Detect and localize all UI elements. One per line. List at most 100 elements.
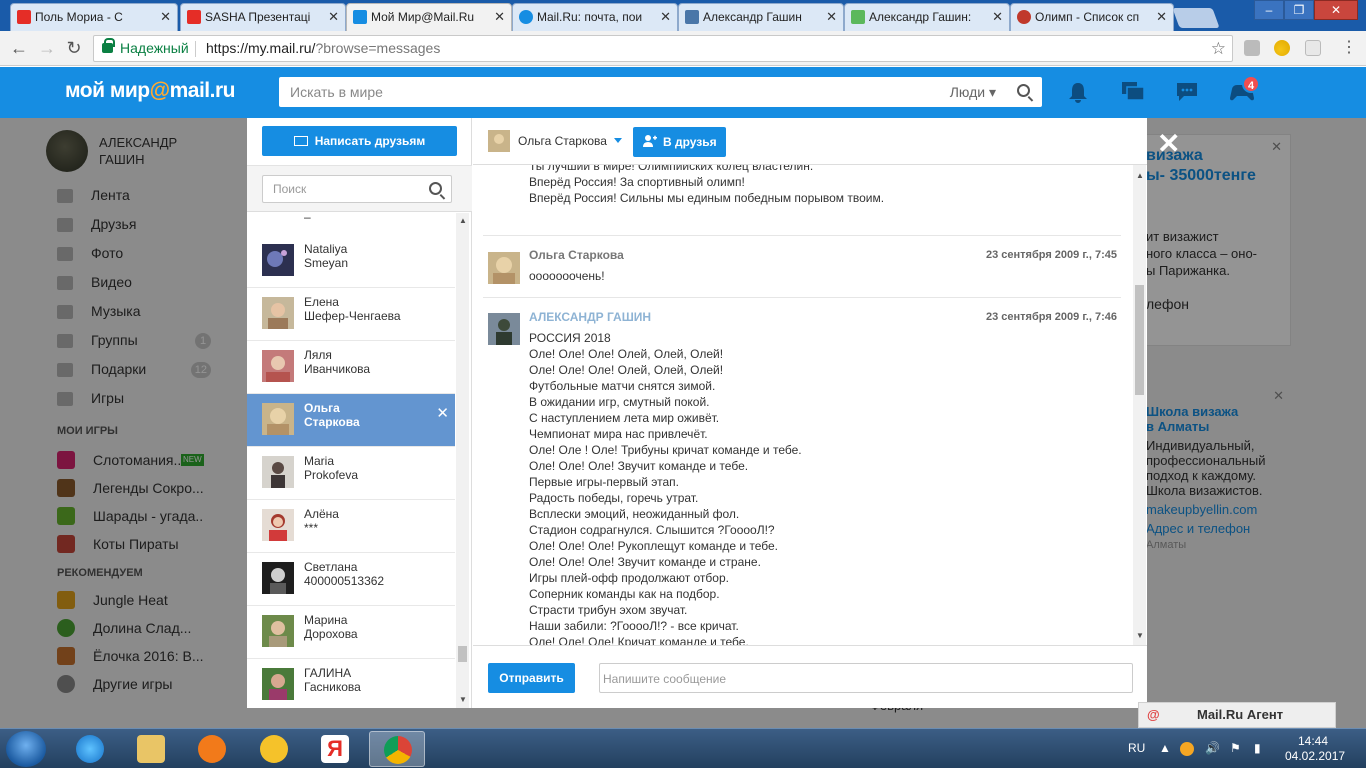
search-icon[interactable]: [1017, 84, 1030, 97]
tray-app-icon[interactable]: [1180, 742, 1194, 756]
volume-icon[interactable]: 🔊: [1205, 741, 1220, 755]
close-dialog-icon[interactable]: ✕: [1157, 130, 1180, 158]
browser-tab[interactable]: SASHA Презентаці ✕: [180, 3, 346, 31]
scroll-up-icon[interactable]: ▲: [459, 216, 467, 225]
chat-icon[interactable]: [1175, 81, 1199, 103]
contact-item[interactable]: Алёна ***: [247, 500, 455, 553]
network-icon[interactable]: ▮: [1254, 741, 1261, 755]
contact-item[interactable]: Елена Шефер-Ченгаева: [247, 288, 455, 341]
new-tab-button[interactable]: [1172, 8, 1220, 28]
message-line: Оле! Оле! Оле! Олей, Олей, Олей!: [529, 347, 724, 361]
extension-icon[interactable]: [1244, 40, 1260, 56]
tray-expand-icon[interactable]: ▲: [1159, 741, 1171, 755]
youtube-icon: [17, 10, 31, 24]
minimize-button[interactable]: –: [1254, 0, 1284, 20]
back-icon[interactable]: ←: [8, 37, 30, 59]
contact-item[interactable]: Nataliya Smeyan: [247, 235, 455, 288]
browser-tabstrip: Поль Мориа - С ✕ SASHA Презентаці ✕ Мой …: [0, 0, 1366, 31]
taskbar-chrome[interactable]: [369, 731, 425, 767]
messages-icon[interactable]: [1121, 81, 1145, 103]
search-scope-dropdown[interactable]: Люди ▾: [950, 84, 996, 101]
close-tab-icon[interactable]: ✕: [160, 4, 171, 30]
close-tab-icon[interactable]: ✕: [992, 4, 1003, 30]
message-input[interactable]: Напишите сообщение: [599, 663, 1133, 693]
message-line: В ожидании игр, смутный покой.: [529, 395, 710, 409]
taskbar-media[interactable]: [184, 731, 240, 767]
lock-icon: [102, 38, 115, 53]
scroll-down-icon[interactable]: ▼: [1136, 631, 1144, 640]
language-indicator[interactable]: RU: [1128, 741, 1145, 755]
browser-tab[interactable]: Поль Мориа - С ✕: [10, 3, 178, 31]
close-tab-icon[interactable]: ✕: [1156, 4, 1167, 30]
mymir-logo[interactable]: мой мир@mail.ru: [65, 79, 235, 103]
search-extension-icon[interactable]: [1305, 40, 1321, 56]
scroll-thumb[interactable]: [458, 646, 467, 662]
reload-icon[interactable]: ↻: [63, 37, 85, 59]
close-tab-icon[interactable]: ✕: [494, 4, 505, 30]
taskbar-agent[interactable]: [246, 731, 302, 767]
contacts-scrollbar[interactable]: ▲ ▼: [456, 213, 469, 708]
message-line: Игры плей-офф продолжают отбор.: [529, 571, 729, 585]
avatar: [262, 297, 294, 329]
start-button[interactable]: [6, 731, 46, 767]
scroll-thumb[interactable]: [1135, 285, 1144, 395]
browser-tab[interactable]: Александр Гашин ✕: [678, 3, 844, 31]
avatar[interactable]: [488, 130, 510, 152]
address-bar[interactable]: Надежный https://my.mail.ru/?browse=mess…: [93, 35, 1233, 62]
contacts-panel: Написать друзьям Поиск – Nataliya Smeyan …: [247, 118, 472, 708]
message-sender[interactable]: Ольга Старкова: [529, 248, 624, 262]
conversation-name[interactable]: Ольга Старкова: [518, 134, 607, 148]
browser-tab[interactable]: Mail.Ru: почта, пои ✕: [512, 3, 678, 31]
bell-icon[interactable]: [1066, 81, 1090, 103]
send-button[interactable]: Отправить: [488, 663, 575, 693]
browser-tab[interactable]: Олимп - Список сп ✕: [1010, 3, 1174, 31]
avatar[interactable]: [488, 252, 520, 284]
site-search-input[interactable]: Искать в мире Люди ▾: [279, 77, 1042, 107]
messages-scrollbar[interactable]: ▲ ▼: [1133, 165, 1146, 645]
close-tab-icon[interactable]: ✕: [660, 4, 671, 30]
close-tab-icon[interactable]: ✕: [826, 4, 837, 30]
ie-icon: [76, 735, 104, 763]
message-line: Страсти трибун эхом звучат.: [529, 603, 688, 617]
forward-icon[interactable]: →: [36, 37, 58, 59]
system-clock[interactable]: 14:44 04.02.2017: [1285, 734, 1345, 764]
close-tab-icon[interactable]: ✕: [328, 4, 339, 30]
bookmark-star-icon[interactable]: ☆: [1211, 36, 1226, 61]
scroll-up-icon[interactable]: ▲: [1136, 171, 1144, 180]
weather-icon[interactable]: [1274, 40, 1290, 56]
contacts-list: – Nataliya Smeyan Елена Шефер-Ченгаева Лял…: [247, 213, 455, 708]
avatar[interactable]: [488, 313, 520, 345]
message-sender[interactable]: АЛЕКСАНДР ГАШИН: [529, 310, 651, 324]
messages-dialog: Написать друзьям Поиск – Nataliya Smeyan …: [247, 118, 1147, 708]
agent-icon: @: [1147, 707, 1160, 722]
close-window-button[interactable]: ✕: [1314, 0, 1358, 20]
search-icon[interactable]: [429, 182, 442, 195]
message-line: Наши забили: ?ГооооЛ!? - все кричат.: [529, 619, 739, 633]
contact-item[interactable]: Maria Prokofeva: [247, 447, 455, 500]
message-composer: Отправить Напишите сообщение: [473, 645, 1147, 708]
close-conversation-icon[interactable]: ✕: [436, 404, 449, 422]
message-line: Футбольные матчи снятся зимой.: [529, 379, 716, 393]
taskbar-explorer[interactable]: [123, 731, 179, 767]
message-line: Соперник команды как на подбор.: [529, 587, 720, 601]
flag-icon[interactable]: ⚑: [1230, 741, 1241, 755]
contact-item[interactable]: Марина Дорохова: [247, 606, 455, 659]
browser-tab-active[interactable]: Мой Мир@Mail.Ru ✕: [346, 3, 512, 31]
browser-tab[interactable]: Александр Гашин: ✕: [844, 3, 1010, 31]
contact-item[interactable]: Ляля Иванчикова: [247, 341, 455, 394]
mailru-agent-widget[interactable]: @ Mail.Ru Агент: [1138, 702, 1336, 728]
taskbar-ie[interactable]: [62, 731, 118, 767]
avatar: [262, 562, 294, 594]
write-to-friends-button[interactable]: Написать друзьям: [262, 126, 457, 156]
contact-item[interactable]: ГАЛИНА Гасникова: [247, 659, 455, 708]
contacts-search-input[interactable]: Поиск: [262, 175, 452, 203]
maximize-button[interactable]: ❐: [1284, 0, 1314, 20]
contact-item-selected[interactable]: Ольга Старкова ✕: [247, 394, 455, 447]
windows-taskbar: Я RU ▲ 🔊 ⚑ ▮ 14:44 04.02.2017: [0, 728, 1366, 768]
scroll-down-icon[interactable]: ▼: [459, 695, 467, 704]
chevron-down-icon[interactable]: [614, 138, 622, 143]
add-friend-button[interactable]: В друзья: [633, 127, 726, 157]
contact-item[interactable]: Светлана 400000513362: [247, 553, 455, 606]
taskbar-yandex[interactable]: Я: [307, 731, 363, 767]
menu-icon[interactable]: ⋮: [1338, 37, 1360, 59]
